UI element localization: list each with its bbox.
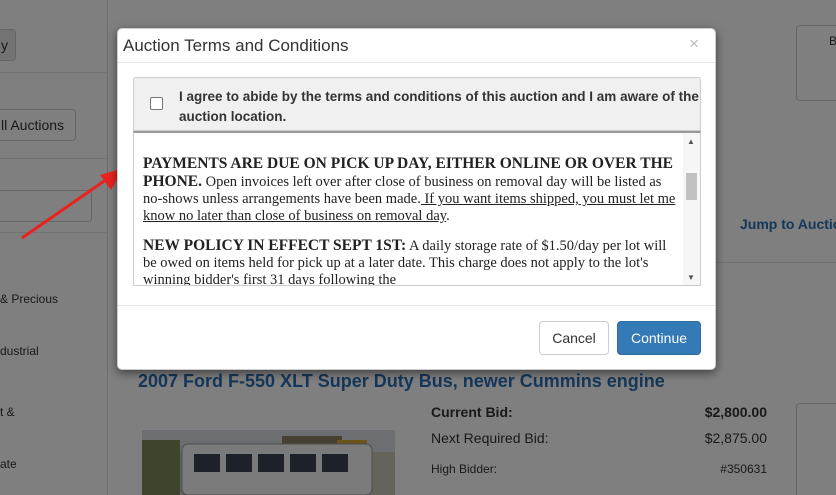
terms-bold: NEW POLICY IN EFFECT SEPT 1ST: [143,237,407,254]
terms-paragraph-storage: NEW POLICY IN EFFECT SEPT 1ST: A daily s… [143,237,678,285]
agree-checkbox[interactable] [150,97,163,110]
agree-box: I agree to abide by the terms and condit… [133,77,701,131]
modal-header: Auction Terms and Conditions × [118,29,715,63]
annotation-arrow [21,168,124,240]
modal-footer-divider [118,305,715,306]
modal-title: Auction Terms and Conditions [123,36,349,55]
terms-paragraph-payments: PAYMENTS ARE DUE ON PICK UP DAY, EITHER … [143,155,678,225]
agree-label[interactable]: I agree to abide by the terms and condit… [179,87,699,127]
continue-button[interactable]: Continue [617,321,701,355]
terms-modal: Auction Terms and Conditions × I agree t… [117,28,716,370]
terms-text-span: . [446,208,450,224]
scroll-up-icon[interactable]: ▲ [687,137,695,146]
terms-text: PAYMENTS ARE DUE ON PICK UP DAY, EITHER … [143,155,678,285]
scroll-down-icon[interactable]: ▼ [687,273,695,282]
scrollbar-thumb[interactable] [686,173,697,200]
cancel-button[interactable]: Cancel [539,321,609,355]
scrollbar[interactable]: ▲ ▼ [683,133,700,285]
terms-scroll-area[interactable]: PAYMENTS ARE DUE ON PICK UP DAY, EITHER … [133,131,701,286]
close-icon[interactable]: × [689,34,699,54]
